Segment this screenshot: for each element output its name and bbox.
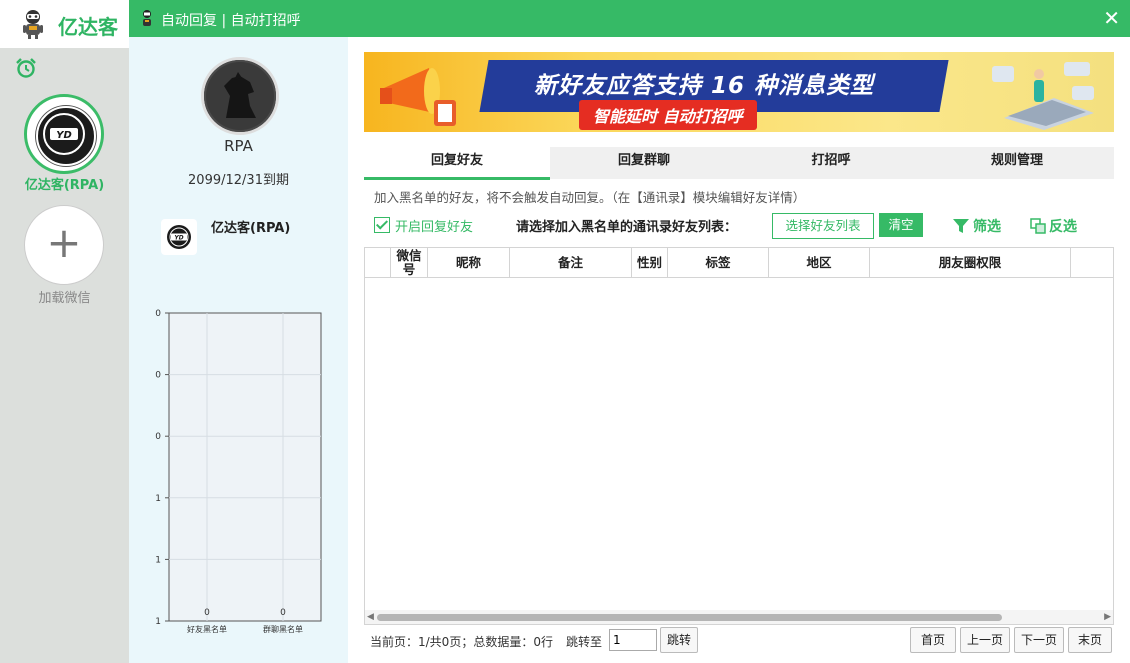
prev-page-button[interactable]: 上一页 — [960, 627, 1010, 653]
blacklist-chart: 1 1 1 0 0 0 0 好友黑名单 0 群聊黑名单 — [155, 309, 322, 634]
col-nickname[interactable]: 昵称 — [428, 248, 510, 277]
blacklist-hint: 加入黑名单的好友，将不会触发自动回复。（在【通讯录】模块编辑好友详情） — [374, 190, 806, 205]
tab-rule-management[interactable]: 规则管理 — [924, 147, 1110, 177]
product-name: 亿达客(RPA) — [211, 221, 291, 236]
invert-selection-button[interactable]: 反选 — [1030, 216, 1077, 236]
table-header: 微信号 昵称 备注 性别 标签 地区 朋友圈权限 — [365, 248, 1113, 278]
app-rail: 亿达客 YD 亿达客(RPA) + 加载微信 — [0, 0, 129, 663]
col-remark[interactable]: 备注 — [510, 248, 632, 277]
scroll-right-icon[interactable]: ▶ — [1104, 612, 1111, 622]
enable-reply-label[interactable]: 开启回复好友 — [395, 216, 473, 235]
title-bar[interactable]: 自动回复 | 自动打招呼 ✕ — [129, 0, 1130, 37]
plus-icon: + — [46, 218, 82, 267]
tab-reply-groups[interactable]: 回复群聊 — [550, 147, 738, 177]
data-label: 0 — [204, 608, 210, 618]
alarm-clock-icon[interactable] — [15, 57, 37, 79]
phone-illustration-icon — [992, 62, 1094, 130]
product-logo: YD — [161, 219, 197, 255]
invert-select-icon — [1030, 218, 1046, 234]
invert-label: 反选 — [1049, 219, 1077, 235]
blacklist-prompt: 请选择加入黑名单的通讯录好友列表： — [516, 220, 738, 235]
tabs: 回复好友 回复群聊 打招呼 规则管理 — [364, 147, 1114, 180]
jump-label: 跳转至 — [566, 635, 603, 649]
horse-avatar-image — [204, 60, 276, 132]
enable-reply-checkbox[interactable] — [374, 217, 390, 233]
data-label: 0 — [280, 608, 286, 618]
close-icon[interactable]: ✕ — [1103, 6, 1120, 30]
yd-logo-icon: YD — [167, 225, 191, 249]
y-tick-label: 1 — [155, 494, 161, 504]
blacklist-toolbar: 开启回复好友 请选择加入黑名单的通讯录好友列表： 选择好友列表 清空 筛选 反选 — [364, 212, 1114, 242]
expire-date: 2099/12/31到期 — [188, 173, 289, 188]
col-select[interactable] — [365, 248, 391, 277]
user-avatar — [201, 57, 279, 135]
add-wechat-button[interactable]: + — [24, 205, 104, 285]
tab-greeting[interactable]: 打招呼 — [738, 147, 924, 177]
y-tick-label: 1 — [155, 555, 161, 565]
add-wechat-label[interactable]: 加载微信 — [0, 287, 129, 306]
horizontal-scrollbar[interactable]: ◀ ▶ — [365, 610, 1113, 624]
window-title: 自动回复 | 自动打招呼 — [161, 13, 301, 29]
x-tick-label: 好友黑名单 — [187, 624, 227, 634]
megaphone-icon — [380, 68, 456, 126]
username: RPA — [224, 137, 253, 155]
first-page-button[interactable]: 首页 — [910, 627, 956, 653]
y-tick-label: 0 — [155, 371, 161, 381]
y-tick-label: 0 — [155, 309, 161, 319]
plot-area — [168, 312, 322, 622]
main-content: 新好友应答支持 16 种消息类型 智能延时 自动打招呼 回复好友 回复群聊 打招… — [364, 52, 1114, 663]
yd-logo-icon: YD — [43, 113, 85, 155]
jump-page-input[interactable] — [609, 629, 657, 651]
col-moments-permission[interactable]: 朋友圈权限 — [870, 248, 1071, 277]
banner-tagline: 智能延时 自动打招呼 — [579, 100, 757, 130]
pager: 当前页：1/共0页；总数据量：0行 跳转至 跳转 首页 上一页 下一页 末页 — [364, 627, 1114, 655]
scroll-left-icon[interactable]: ◀ — [367, 612, 374, 622]
profile-panel: RPA 2099/12/31到期 YD 亿达客(RPA) 1 1 1 0 0 0 0 好友黑名… — [129, 37, 348, 663]
x-tick-label: 群聊黑名单 — [263, 624, 303, 634]
y-tick-label: 1 — [155, 617, 161, 627]
last-page-button[interactable]: 末页 — [1068, 627, 1112, 653]
filter-icon — [953, 219, 969, 233]
app-brand: 亿达客 — [0, 0, 129, 48]
account-label[interactable]: 亿达客(RPA) — [0, 174, 129, 193]
next-page-button[interactable]: 下一页 — [1014, 627, 1064, 653]
account-avatar[interactable]: YD — [24, 94, 104, 174]
svg-text:YD: YD — [56, 130, 72, 141]
tab-reply-friends[interactable]: 回复好友 — [364, 147, 550, 180]
friend-table: 微信号 昵称 备注 性别 标签 地区 朋友圈权限 ◀ ▶ — [364, 247, 1114, 625]
jump-button[interactable]: 跳转 — [660, 627, 698, 653]
promo-banner[interactable]: 新好友应答支持 16 种消息类型 智能延时 自动打招呼 — [364, 52, 1114, 132]
filter-label: 筛选 — [973, 219, 1001, 235]
clear-button[interactable]: 清空 — [879, 213, 923, 237]
robot-small-icon — [143, 10, 151, 26]
app-name: 亿达客 — [58, 15, 118, 39]
y-tick-label: 0 — [155, 432, 161, 442]
col-tags[interactable]: 标签 — [668, 248, 769, 277]
banner-headline: 新好友应答支持 16 种消息类型 — [534, 73, 875, 99]
select-friend-list-button[interactable]: 选择好友列表 — [772, 213, 874, 239]
page-info: 当前页：1/共0页；总数据量：0行 — [370, 635, 553, 649]
filter-button[interactable]: 筛选 — [952, 216, 1001, 236]
svg-text:YD: YD — [174, 235, 183, 242]
col-region[interactable]: 地区 — [769, 248, 870, 277]
auto-reply-window: 自动回复 | 自动打招呼 ✕ RPA 2099/12/31到期 YD 亿达客(R… — [129, 0, 1130, 663]
scrollbar-thumb[interactable] — [377, 614, 1002, 621]
robot-logo-icon — [23, 10, 43, 39]
col-wechat-id[interactable]: 微信号 — [391, 248, 428, 277]
col-gender[interactable]: 性别 — [632, 248, 668, 277]
